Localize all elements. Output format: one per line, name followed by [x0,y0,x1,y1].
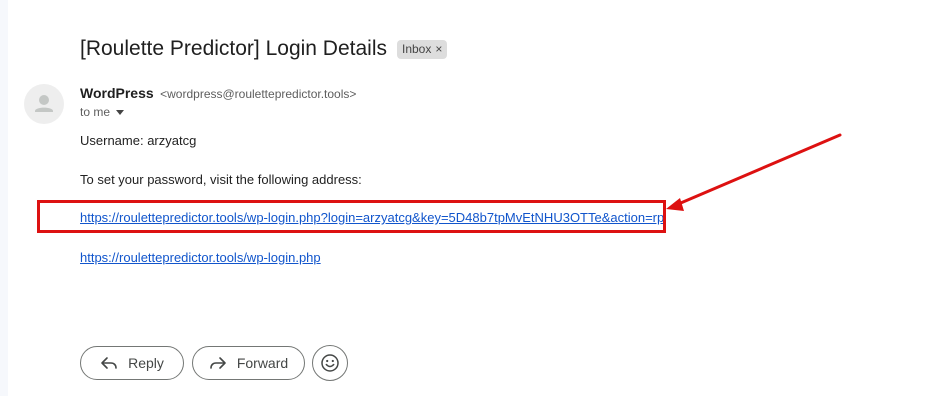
person-icon [35,95,53,112]
forward-label: Forward [236,355,289,371]
reply-label: Reply [128,355,164,371]
forward-button[interactable]: Forward [192,346,305,380]
email-view: [Roulette Predictor] Login Details Inbox… [0,0,934,396]
email-subject: [Roulette Predictor] Login Details [80,37,387,60]
smiley-icon [321,354,339,372]
emoji-reaction-button[interactable] [312,345,348,381]
recipient-text: to me [80,105,111,119]
inbox-label-chip[interactable]: Inbox × [397,39,448,59]
sender-avatar[interactable] [24,84,64,124]
reply-arrow-icon [101,357,117,369]
chevron-down-icon[interactable] [116,110,125,115]
sender-email: <wordpress@roulettepredictor.tools> [160,87,357,101]
forward-arrow-icon [210,357,226,369]
reply-button[interactable]: Reply [80,346,184,380]
sender-name[interactable]: WordPress [80,85,154,101]
username-line: Username: arzyatcg [80,133,197,148]
recipient-row[interactable]: to me [80,105,125,119]
inbox-label-text: Inbox [402,42,432,56]
login-link[interactable]: https://roulettepredictor.tools/wp-login… [80,250,321,265]
subject-row: [Roulette Predictor] Login Details Inbox… [80,34,448,64]
remove-label-icon[interactable]: × [435,42,442,56]
sender-row: WordPress <wordpress@roulettepredictor.t… [80,85,356,103]
password-reset-link[interactable]: https://roulettepredictor.tools/wp-login… [80,210,664,225]
instruction-line: To set your password, visit the followin… [80,172,362,187]
left-panel-edge [0,0,8,396]
